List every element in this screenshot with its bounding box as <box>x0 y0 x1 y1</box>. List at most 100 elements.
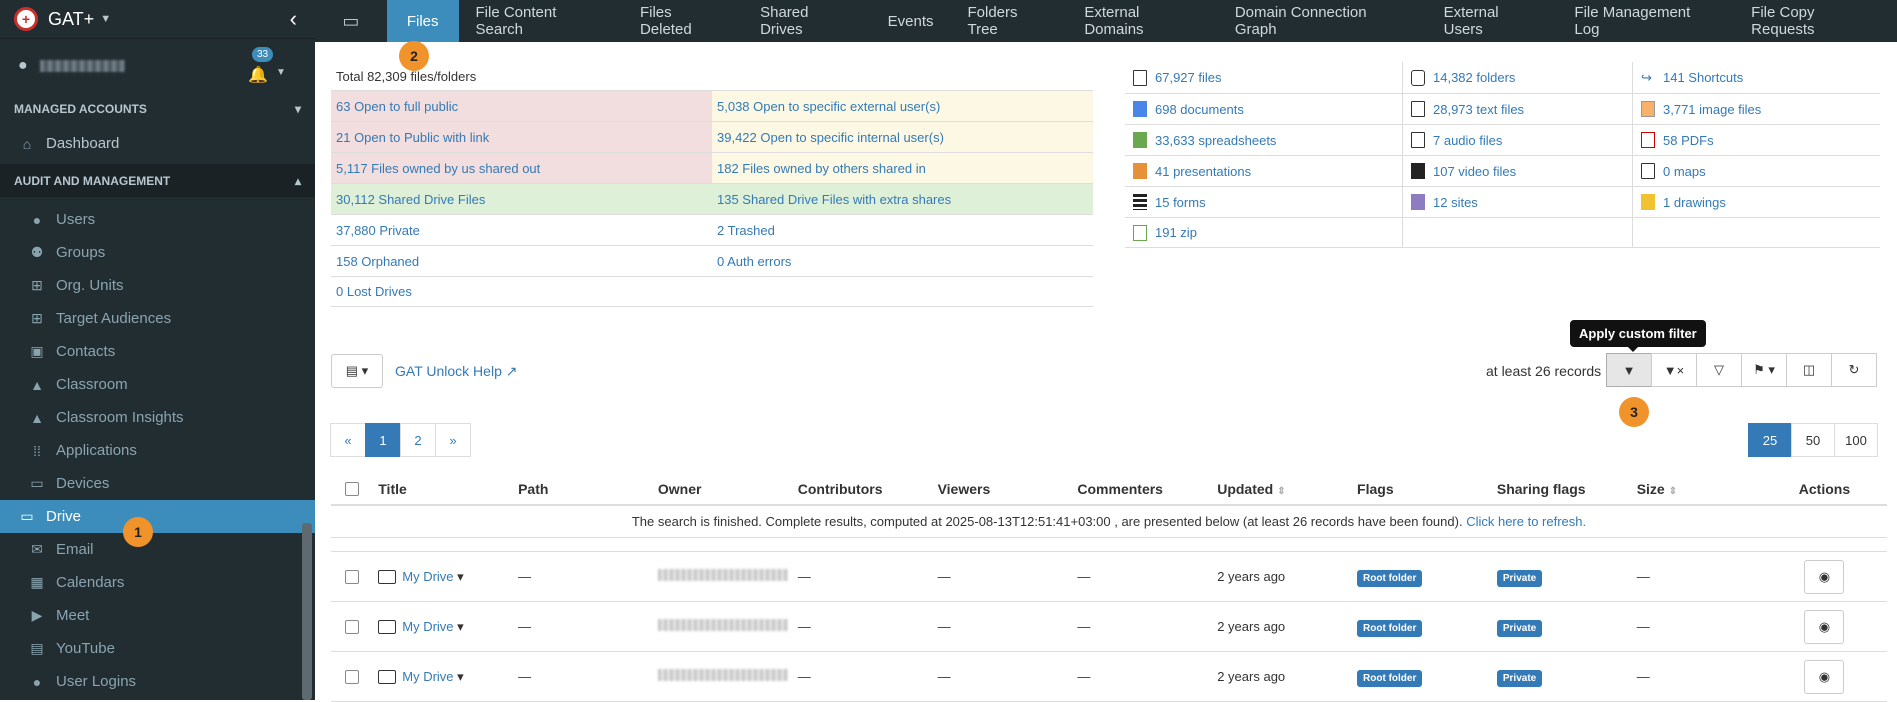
type-documents[interactable]: 698 documents <box>1125 94 1403 124</box>
file-title-link[interactable]: My Drive <box>402 569 453 584</box>
file-title-link[interactable]: My Drive <box>402 619 453 634</box>
sidebar-item-contacts[interactable]: ▣ Contacts <box>0 335 315 368</box>
stat-shared-out[interactable]: 5,117 Files owned by us shared out <box>331 153 712 183</box>
select-all-checkbox[interactable] <box>345 482 359 496</box>
sidebar-item-calendars[interactable]: ▦ Calendars <box>0 566 315 599</box>
stat-open-external[interactable]: 5,038 Open to specific external user(s) <box>712 91 1093 121</box>
stat-lost-drives[interactable]: 0 Lost Drives <box>331 277 712 306</box>
sidebar-item-user-logins[interactable]: ● User Logins <box>0 665 315 698</box>
tab-files[interactable]: Files <box>386 0 459 42</box>
col-title[interactable]: Title <box>378 481 518 497</box>
tab-shared-drives[interactable]: Shared Drives <box>743 0 871 42</box>
section-audit-management[interactable]: AUDIT AND MANAGEMENT ▴ <box>0 164 315 197</box>
pager-page-1[interactable]: 1 <box>365 423 401 457</box>
type-shortcuts[interactable]: ↪ 141 Shortcuts <box>1633 62 1880 93</box>
col-viewers[interactable]: Viewers <box>938 481 1078 497</box>
bulk-action-dropdown-button[interactable]: ⚑ ▾ <box>1741 353 1787 387</box>
type-sites[interactable]: 12 sites <box>1403 187 1633 217</box>
columns-button[interactable]: ◫ <box>1786 353 1832 387</box>
sidebar-item-email[interactable]: ✉ Email <box>0 533 315 566</box>
collapse-sidebar-icon[interactable]: ‹ <box>290 6 297 32</box>
caret-down-icon[interactable]: ▾ <box>457 619 464 634</box>
stat-shared-drive-extra[interactable]: 135 Shared Drive Files with extra shares <box>712 184 1093 214</box>
page-size-50[interactable]: 50 <box>1791 423 1835 457</box>
tab-file-content-search[interactable]: File Content Search <box>459 0 623 42</box>
sidebar-item-groups[interactable]: ⚉ Groups <box>0 236 315 269</box>
pager-prev[interactable]: « <box>330 423 366 457</box>
table-row[interactable]: My Drive ▾ — — — — 2 years ago Root fold… <box>331 602 1887 652</box>
tab-external-domains[interactable]: External Domains <box>1067 0 1218 42</box>
stat-shared-drive-files[interactable]: 30,112 Shared Drive Files <box>331 184 712 214</box>
type-drawings[interactable]: 1 drawings <box>1633 187 1880 217</box>
clear-filter-button[interactable]: ▼× <box>1651 353 1697 387</box>
section-managed-accounts[interactable]: MANAGED ACCOUNTS ▾ <box>0 92 315 125</box>
sidebar-item-meet[interactable]: ▶ Meet <box>0 599 315 632</box>
stat-private[interactable]: 37,880 Private <box>331 215 712 245</box>
col-updated[interactable]: Updated ⇕ <box>1217 481 1357 497</box>
type-pdfs[interactable]: 58 PDFs <box>1633 125 1880 155</box>
stat-auth-errors[interactable]: 0 Auth errors <box>712 246 1093 276</box>
pager-page-2[interactable]: 2 <box>400 423 436 457</box>
row-checkbox[interactable] <box>345 569 359 584</box>
tab-domain-connection-graph[interactable]: Domain Connection Graph <box>1218 0 1427 42</box>
stat-shared-in[interactable]: 182 Files owned by others shared in <box>712 153 1093 183</box>
user-panel[interactable]: ● 33 🔔 ▼ <box>0 38 315 92</box>
refresh-link[interactable]: Click here to refresh. <box>1466 514 1586 529</box>
type-forms[interactable]: 15 forms <box>1125 187 1403 217</box>
sidebar-item-dashboard[interactable]: ⌂ Dashboard <box>0 127 315 160</box>
sidebar-item-target-audiences[interactable]: ⊞ Target Audiences <box>0 302 315 335</box>
view-button[interactable]: ◉ <box>1804 659 1845 694</box>
type-text-files[interactable]: 28,973 text files <box>1403 94 1633 124</box>
sidebar-item-applications[interactable]: ⁞⁞ Applications <box>0 434 315 467</box>
sidebar-item-users[interactable]: ● Users <box>0 203 315 236</box>
view-button[interactable]: ◉ <box>1804 559 1845 594</box>
stat-orphaned[interactable]: 158 Orphaned <box>331 246 712 276</box>
stat-public-link[interactable]: 21 Open to Public with link <box>331 122 712 152</box>
col-size[interactable]: Size ⇕ <box>1637 481 1762 497</box>
type-folders[interactable]: 14,382 folders <box>1403 62 1633 93</box>
col-contributors[interactable]: Contributors <box>798 481 938 497</box>
stat-open-internal[interactable]: 39,422 Open to specific internal user(s) <box>712 122 1093 152</box>
tab-folders-tree[interactable]: Folders Tree <box>950 0 1067 42</box>
stat-trashed[interactable]: 2 Trashed <box>712 215 1093 245</box>
page-size-100[interactable]: 100 <box>1834 423 1878 457</box>
type-image-files[interactable]: 3,771 image files <box>1633 94 1880 124</box>
type-audio-files[interactable]: 7 audio files <box>1403 125 1633 155</box>
app-brand[interactable]: + GAT+ ▼ <box>0 0 315 38</box>
page-size-25[interactable]: 25 <box>1748 423 1792 457</box>
sidebar-item-youtube[interactable]: ▤ YouTube <box>0 632 315 665</box>
caret-down-icon[interactable]: ▾ <box>457 669 464 684</box>
sidebar-item-drive[interactable]: ▭ Drive <box>0 500 315 533</box>
view-button[interactable]: ◉ <box>1804 609 1845 644</box>
col-owner[interactable]: Owner <box>658 481 798 497</box>
tab-files-deleted[interactable]: Files Deleted <box>623 0 743 42</box>
filter-settings-button[interactable]: ▽ <box>1696 353 1742 387</box>
type-zip[interactable]: 191 zip <box>1125 218 1403 247</box>
tab-file-management-log[interactable]: File Management Log <box>1557 0 1734 42</box>
apply-custom-filter-button[interactable]: ▼ <box>1606 353 1652 387</box>
sidebar-item-devices[interactable]: ▭ Devices <box>0 467 315 500</box>
file-title-link[interactable]: My Drive <box>402 669 453 684</box>
type-video-files[interactable]: 107 video files <box>1403 156 1633 186</box>
col-sharing-flags[interactable]: Sharing flags <box>1497 481 1637 497</box>
type-presentations[interactable]: 41 presentations <box>1125 156 1403 186</box>
type-maps[interactable]: 0 maps <box>1633 156 1880 186</box>
sidebar-item-org-units[interactable]: ⊞ Org. Units <box>0 269 315 302</box>
sidebar-item-classroom[interactable]: ▲ Classroom <box>0 368 315 401</box>
tab-events[interactable]: Events <box>871 0 951 42</box>
sidebar-item-classroom-insights[interactable]: ▲ Classroom Insights <box>0 401 315 434</box>
stat-open-public[interactable]: 63 Open to full public <box>331 91 712 121</box>
gat-unlock-help-link[interactable]: GAT Unlock Help ↗ <box>395 363 517 380</box>
refresh-button[interactable]: ↻ <box>1831 353 1877 387</box>
tab-file-copy-requests[interactable]: File Copy Requests <box>1734 0 1897 42</box>
type-spreadsheets[interactable]: 33,633 spreadsheets <box>1125 125 1403 155</box>
pager-next[interactable]: » <box>435 423 471 457</box>
row-checkbox[interactable] <box>345 669 359 684</box>
row-checkbox[interactable] <box>345 619 359 634</box>
type-files[interactable]: 67,927 files <box>1125 62 1403 93</box>
col-commenters[interactable]: Commenters <box>1077 481 1217 497</box>
tab-external-users[interactable]: External Users <box>1427 0 1558 42</box>
table-row[interactable]: My Drive ▾ — — — — 2 years ago Root fold… <box>331 652 1887 702</box>
bell-icon[interactable]: 🔔 <box>248 65 268 85</box>
caret-down-icon[interactable]: ▾ <box>457 569 464 584</box>
